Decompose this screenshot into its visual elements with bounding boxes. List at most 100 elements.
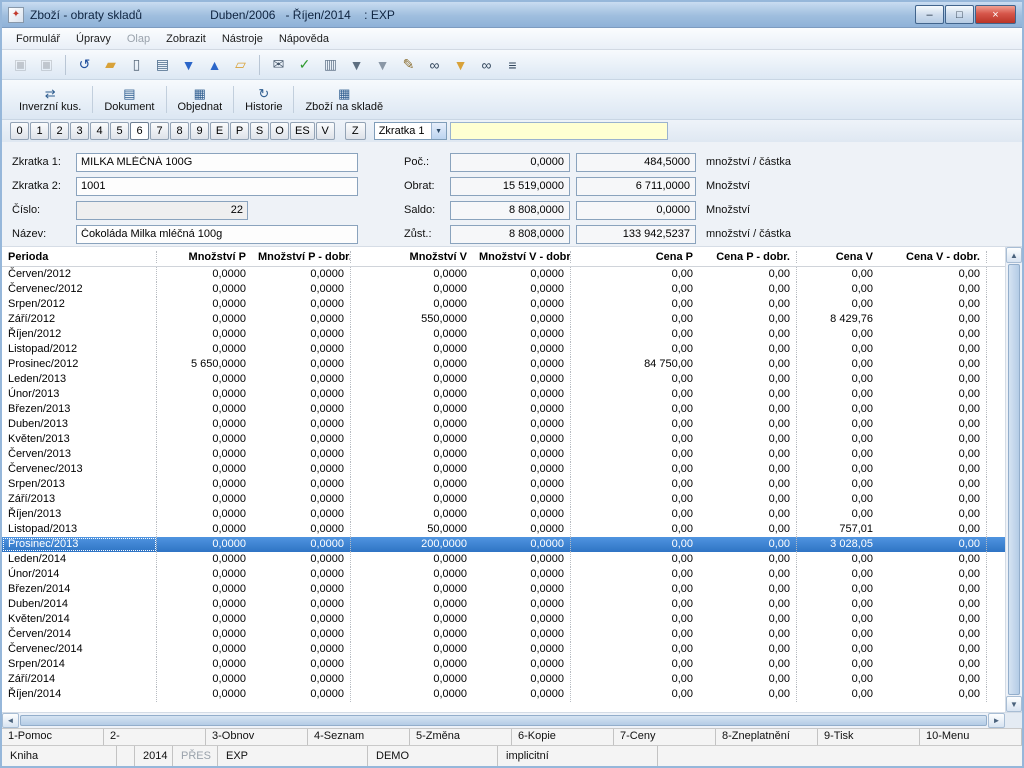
open-folder-icon[interactable]: ▰	[98, 53, 123, 77]
table-row[interactable]: Únor/20130,00000,00000,00000,00000,000,0…	[2, 387, 1005, 402]
filter-edit-icon[interactable]: ▼	[370, 53, 395, 77]
tab-6[interactable]: 6	[130, 122, 149, 140]
menu-zobrazit[interactable]: Zobrazit	[158, 30, 214, 48]
maximize-button[interactable]: □	[945, 5, 974, 24]
nazev-field[interactable]	[76, 225, 358, 244]
fkey-1[interactable]: 1-Pomoc	[2, 729, 104, 745]
table-row[interactable]: Červenec/20120,00000,00000,00000,00000,0…	[2, 282, 1005, 297]
z-button[interactable]: Z	[345, 122, 366, 140]
print-edit-icon[interactable]: ✎	[396, 53, 421, 77]
tab-5[interactable]: 5	[110, 122, 129, 140]
filter-input[interactable]	[450, 122, 668, 140]
tab-3[interactable]: 3	[70, 122, 89, 140]
menu-upravy[interactable]: Úpravy	[68, 30, 119, 48]
new-document-icon[interactable]: ▯	[124, 53, 149, 77]
table-row[interactable]: Leden/20130,00000,00000,00000,00000,000,…	[2, 372, 1005, 387]
tab-9[interactable]: 9	[190, 122, 209, 140]
zust-amount-field[interactable]	[576, 225, 696, 244]
tab-es[interactable]: ES	[290, 122, 315, 140]
tab-o[interactable]: O	[270, 122, 289, 140]
tab-s[interactable]: S	[250, 122, 269, 140]
move-up-icon[interactable]: ▲	[202, 53, 227, 77]
tab-v[interactable]: V	[316, 122, 335, 140]
table-row[interactable]: Srpen/20120,00000,00000,00000,00000,000,…	[2, 297, 1005, 312]
table-row[interactable]: Září/20120,00000,0000550,00000,00000,000…	[2, 312, 1005, 327]
table-row[interactable]: Duben/20140,00000,00000,00000,00000,000,…	[2, 597, 1005, 612]
fkey-3[interactable]: 3-Obnov	[206, 729, 308, 745]
filter-icon[interactable]: ▼	[344, 53, 369, 77]
tab-e[interactable]: E	[210, 122, 229, 140]
table-row[interactable]: Květen/20130,00000,00000,00000,00000,000…	[2, 432, 1005, 447]
objednat-button[interactable]: ▦Objednat	[169, 82, 232, 117]
fkey-2[interactable]: 2-	[104, 729, 206, 745]
table-row[interactable]: Prosinec/20130,00000,0000200,00000,00000…	[2, 537, 1005, 552]
tab-0[interactable]: 0	[10, 122, 29, 140]
zkratka-combo[interactable]: Zkratka 1 ▼	[374, 122, 447, 140]
search-icon[interactable]: ∞	[422, 53, 447, 77]
table-row[interactable]: Březen/20140,00000,00000,00000,00000,000…	[2, 582, 1005, 597]
table-row[interactable]: Říjen/20130,00000,00000,00000,00000,000,…	[2, 507, 1005, 522]
poc-quantity-field[interactable]	[450, 153, 570, 172]
copy-icon[interactable]: ▤	[150, 53, 175, 77]
list-icon[interactable]: ≡	[500, 53, 525, 77]
table-row[interactable]: Listopad/20130,00000,000050,00000,00000,…	[2, 522, 1005, 537]
scroll-down-icon[interactable]: ▼	[1006, 696, 1022, 712]
zkratka1-field[interactable]	[76, 153, 358, 172]
folder-menu-icon[interactable]: ▱	[228, 53, 253, 77]
fkey-5[interactable]: 5-Změna	[410, 729, 512, 745]
dokument-button[interactable]: ▤Dokument	[95, 82, 163, 117]
inverzni-kus-button[interactable]: ⇄Inverzní kus.	[10, 82, 90, 117]
search-next-icon[interactable]: ∞	[474, 53, 499, 77]
horizontal-scroll-thumb[interactable]	[20, 715, 987, 726]
mail-icon[interactable]: ✉	[266, 53, 291, 77]
fkey-6[interactable]: 6-Kopie	[512, 729, 614, 745]
horizontal-scrollbar[interactable]: ◄ ►	[2, 712, 1022, 728]
saldo-quantity-field[interactable]	[450, 201, 570, 220]
signature-icon[interactable]: ✓	[292, 53, 317, 77]
cislo-field[interactable]	[76, 201, 248, 220]
undo-icon[interactable]: ↺	[72, 53, 97, 77]
filter-clear-icon[interactable]: ▼	[448, 53, 473, 77]
vertical-scrollbar[interactable]: ▲ ▼	[1005, 247, 1022, 712]
table-row[interactable]: Květen/20140,00000,00000,00000,00000,000…	[2, 612, 1005, 627]
table-row[interactable]: Leden/20140,00000,00000,00000,00000,000,…	[2, 552, 1005, 567]
menu-napoveda[interactable]: Nápověda	[271, 30, 337, 48]
table-row[interactable]: Listopad/20120,00000,00000,00000,00000,0…	[2, 342, 1005, 357]
zkratka2-field[interactable]	[76, 177, 358, 196]
table-row[interactable]: Červenec/20130,00000,00000,00000,00000,0…	[2, 462, 1005, 477]
tab-8[interactable]: 8	[170, 122, 189, 140]
table-row[interactable]: Srpen/20130,00000,00000,00000,00000,000,…	[2, 477, 1005, 492]
vertical-scroll-thumb[interactable]	[1008, 264, 1020, 695]
menu-formular[interactable]: Formulář	[8, 30, 68, 48]
close-button[interactable]: ×	[975, 5, 1016, 24]
table-row[interactable]: Červen/20130,00000,00000,00000,00000,000…	[2, 447, 1005, 462]
fkey-9[interactable]: 9-Tisk	[818, 729, 920, 745]
tab-2[interactable]: 2	[50, 122, 69, 140]
table-row[interactable]: Únor/20140,00000,00000,00000,00000,000,0…	[2, 567, 1005, 582]
chevron-down-icon[interactable]: ▼	[431, 123, 446, 139]
scroll-up-icon[interactable]: ▲	[1006, 247, 1022, 263]
poc-amount-field[interactable]	[576, 153, 696, 172]
table-row[interactable]: Duben/20130,00000,00000,00000,00000,000,…	[2, 417, 1005, 432]
obrat-quantity-field[interactable]	[450, 177, 570, 196]
fkey-4[interactable]: 4-Seznam	[308, 729, 410, 745]
tab-7[interactable]: 7	[150, 122, 169, 140]
minimize-button[interactable]: –	[915, 5, 944, 24]
obrat-amount-field[interactable]	[576, 177, 696, 196]
report-icon[interactable]: ▥	[318, 53, 343, 77]
table-row[interactable]: Červen/20120,00000,00000,00000,00000,000…	[2, 267, 1005, 282]
table-row[interactable]: Srpen/20140,00000,00000,00000,00000,000,…	[2, 657, 1005, 672]
tab-1[interactable]: 1	[30, 122, 49, 140]
zbozi-na-sklade-button[interactable]: ▦Zboží na skladě	[296, 82, 392, 117]
scroll-left-icon[interactable]: ◄	[2, 713, 19, 728]
fkey-10[interactable]: 10-Menu	[920, 729, 1022, 745]
tab-p[interactable]: P	[230, 122, 249, 140]
fkey-8[interactable]: 8-Zneplatnění	[716, 729, 818, 745]
menu-nastroje[interactable]: Nástroje	[214, 30, 271, 48]
fkey-7[interactable]: 7-Ceny	[614, 729, 716, 745]
table-row[interactable]: Říjen/20120,00000,00000,00000,00000,000,…	[2, 327, 1005, 342]
table-row[interactable]: Prosinec/20125 650,00000,00000,00000,000…	[2, 357, 1005, 372]
table-row[interactable]: Září/20140,00000,00000,00000,00000,000,0…	[2, 672, 1005, 687]
scroll-right-icon[interactable]: ►	[988, 713, 1005, 728]
saldo-amount-field[interactable]	[576, 201, 696, 220]
